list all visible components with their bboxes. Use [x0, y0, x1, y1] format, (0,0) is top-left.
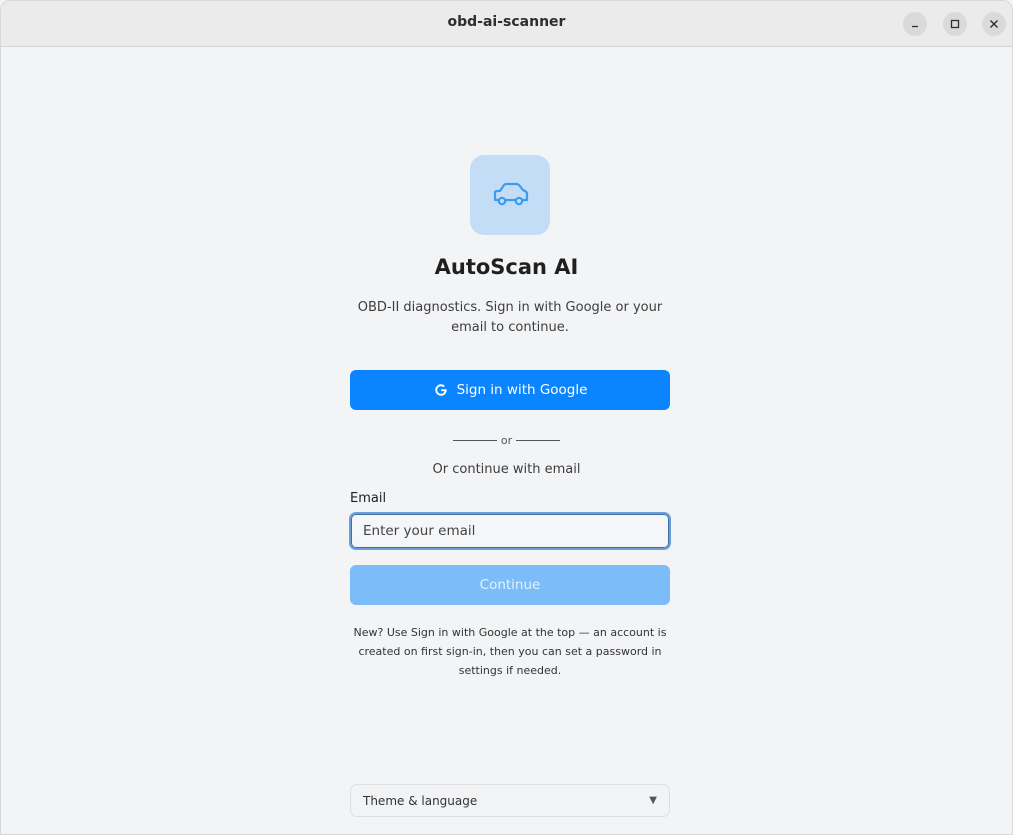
- login-panel: AutoScan AI OBD-II diagnostics. Sign in …: [1, 47, 1012, 834]
- divider-line-right: [516, 440, 561, 441]
- continue-button[interactable]: Continue: [350, 565, 670, 605]
- or-divider: or: [1, 434, 1012, 447]
- divider-text: or: [500, 434, 513, 447]
- google-sign-in-button[interactable]: Sign in with Google: [350, 370, 670, 410]
- sign-up-hint: New? Use Sign in with Google at the top …: [353, 626, 667, 677]
- theme-select-label: Theme & language: [363, 793, 478, 808]
- google-icon: [434, 384, 447, 396]
- maximize-button[interactable]: [943, 12, 967, 36]
- app-window: obd-ai-scanner AutoScan AI OBD-II diagno…: [0, 0, 1013, 835]
- app-subtitle: OBD-II diagnostics. Sign in with Google …: [357, 300, 663, 335]
- google-sign-in-label: Sign in with Google: [456, 382, 588, 398]
- email-field[interactable]: [349, 512, 671, 550]
- app-logo: [470, 155, 550, 235]
- theme-language-select[interactable]: Theme & language ▼: [350, 784, 670, 817]
- app-title: AutoScan AI: [434, 255, 579, 279]
- car-icon: [493, 182, 529, 206]
- email-label: Email: [350, 491, 387, 506]
- divider-line-left: [452, 440, 497, 441]
- minimize-icon: [912, 25, 918, 28]
- window-title: obd-ai-scanner: [447, 14, 566, 30]
- titlebar: obd-ai-scanner: [1, 1, 1012, 47]
- minimize-button[interactable]: [903, 12, 927, 36]
- close-button[interactable]: [982, 12, 1006, 36]
- chevron-down-icon: ▼: [649, 795, 657, 806]
- close-icon: [990, 20, 998, 28]
- continue-label: Continue: [479, 577, 541, 593]
- email-prompt: Or continue with email: [432, 462, 581, 477]
- maximize-icon: [950, 19, 960, 29]
